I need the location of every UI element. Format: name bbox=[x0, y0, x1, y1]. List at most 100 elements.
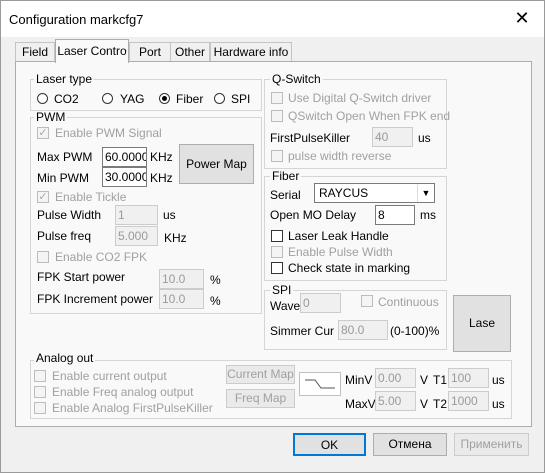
fpk-inc-unit: % bbox=[210, 294, 221, 308]
minv-unit: V bbox=[420, 373, 429, 387]
simmer-cur-unit: (0-100)% bbox=[390, 324, 440, 338]
t2-input[interactable]: 1000 bbox=[448, 391, 489, 411]
radio-co2[interactable] bbox=[37, 93, 48, 104]
serial-label: Serial bbox=[270, 188, 301, 202]
max-pwm-input[interactable]: 60.0000 bbox=[102, 147, 147, 167]
serial-select-value: RAYCUS bbox=[319, 186, 369, 200]
tab-port[interactable]: Port bbox=[129, 42, 171, 62]
pulse-width-reverse-checkbox[interactable] bbox=[271, 150, 283, 162]
open-when-fpk-label: QSwitch Open When FPK end bbox=[288, 109, 451, 123]
open-mo-delay-input[interactable]: 8 bbox=[375, 205, 415, 225]
enable-tickle-label: Enable Tickle bbox=[55, 190, 127, 204]
lase-button[interactable]: Lase bbox=[453, 295, 511, 352]
chevron-down-icon: ▼ bbox=[417, 184, 434, 202]
serial-select[interactable]: RAYCUS ▼ bbox=[314, 183, 435, 203]
check-state-checkbox[interactable] bbox=[271, 262, 283, 274]
tab-hardware-info[interactable]: Hardware info bbox=[210, 42, 292, 62]
minv-input[interactable]: 0.00 bbox=[375, 368, 416, 388]
continuous-checkbox[interactable] bbox=[361, 295, 373, 307]
pulse-waveform-icon bbox=[299, 372, 341, 396]
t1-label: T1 bbox=[433, 373, 448, 387]
apply-button[interactable]: Применить bbox=[454, 433, 529, 456]
qswitch-title: Q-Switch bbox=[270, 72, 323, 86]
radio-co2-label: CO2 bbox=[54, 92, 79, 106]
ok-button[interactable]: OK bbox=[293, 433, 366, 456]
freq-map-button[interactable]: Freq Map bbox=[226, 389, 295, 408]
fpk-inc-input[interactable]: 10.0 bbox=[159, 289, 204, 309]
open-mo-delay-unit: ms bbox=[420, 208, 436, 222]
close-icon[interactable]: ✕ bbox=[511, 7, 533, 29]
pwm-title: PWM bbox=[34, 110, 68, 124]
use-digital-checkbox[interactable] bbox=[271, 92, 283, 104]
window-title: Configuration markcfg7 bbox=[9, 12, 144, 27]
laser-type-title: Laser type bbox=[34, 72, 95, 86]
max-pwm-label: Max PWM bbox=[37, 150, 93, 164]
enable-pulse-width-label: Enable Pulse Width bbox=[288, 245, 393, 259]
tab-field[interactable]: Field bbox=[15, 42, 55, 62]
pulse-freq-input[interactable]: 5.000 bbox=[115, 226, 158, 246]
enable-analog-fpk-checkbox[interactable] bbox=[34, 402, 46, 414]
fpk-inc-label: FPK Increment power bbox=[37, 292, 154, 306]
first-pulse-killer-input[interactable]: 40 bbox=[372, 127, 413, 147]
pulse-freq-unit: KHz bbox=[164, 231, 187, 245]
spi-title: SPI bbox=[270, 283, 294, 297]
check-state-label: Check state in marking bbox=[288, 261, 411, 275]
simmer-cur-input[interactable]: 80.0 bbox=[338, 320, 388, 340]
tab-other[interactable]: Other bbox=[170, 42, 210, 62]
min-pwm-label: Min PWM bbox=[37, 171, 89, 185]
enable-pwm-checkbox[interactable]: ✓ bbox=[37, 127, 49, 139]
min-pwm-input[interactable]: 30.0000 bbox=[102, 167, 147, 187]
continuous-label: Continuous bbox=[378, 295, 439, 309]
max-pwm-unit: KHz bbox=[150, 150, 173, 164]
min-pwm-unit: KHz bbox=[150, 171, 173, 185]
t2-label: T2 bbox=[433, 397, 448, 411]
pulse-width-input[interactable]: 1 bbox=[115, 205, 158, 225]
radio-yag[interactable] bbox=[102, 93, 113, 104]
radio-fiber-label: Fiber bbox=[176, 92, 204, 106]
checkmark-icon: ✓ bbox=[38, 191, 48, 203]
fpk-start-input[interactable]: 10.0 bbox=[159, 269, 204, 289]
t1-unit: us bbox=[492, 373, 505, 387]
radio-yag-label: YAG bbox=[120, 92, 145, 106]
simmer-cur-label: Simmer Cur bbox=[270, 324, 335, 338]
power-map-button[interactable]: Power Map bbox=[179, 144, 254, 184]
analog-out-title: Analog out bbox=[34, 351, 96, 365]
use-digital-label: Use Digital Q-Switch driver bbox=[288, 91, 432, 105]
enable-co2-fpk-label: Enable CO2 FPK bbox=[55, 250, 148, 264]
radio-spi-label: SPI bbox=[231, 92, 251, 106]
radio-spi[interactable] bbox=[214, 93, 225, 104]
pulse-width-label: Pulse Width bbox=[37, 208, 102, 222]
fpk-start-unit: % bbox=[210, 273, 221, 287]
radio-fiber[interactable] bbox=[159, 93, 170, 104]
enable-tickle-checkbox[interactable]: ✓ bbox=[37, 191, 49, 203]
enable-freq-label: Enable Freq analog output bbox=[52, 385, 194, 399]
enable-pulse-width-checkbox[interactable] bbox=[271, 246, 283, 258]
wave-label: Wave bbox=[270, 299, 301, 313]
current-map-button[interactable]: Current Map bbox=[226, 365, 295, 384]
wave-input[interactable]: 0 bbox=[300, 293, 341, 313]
enable-pwm-label: Enable PWM Signal bbox=[55, 126, 162, 140]
enable-current-checkbox[interactable] bbox=[34, 370, 46, 382]
cancel-button[interactable]: Отмена bbox=[373, 433, 447, 456]
laser-leak-checkbox[interactable] bbox=[271, 230, 283, 242]
minv-label: MinV bbox=[345, 373, 373, 387]
t2-unit: us bbox=[492, 397, 505, 411]
pulse-freq-label: Pulse freq bbox=[37, 229, 92, 243]
maxv-input[interactable]: 5.00 bbox=[375, 391, 416, 411]
t1-input[interactable]: 100 bbox=[448, 368, 489, 388]
enable-co2-fpk-checkbox[interactable] bbox=[37, 251, 49, 263]
enable-freq-checkbox[interactable] bbox=[34, 386, 46, 398]
title-bar: Configuration markcfg7 ✕ bbox=[1, 1, 544, 37]
open-mo-delay-label: Open MO Delay bbox=[270, 208, 357, 222]
pulse-width-reverse-label: pulse width reverse bbox=[288, 149, 392, 163]
checkmark-icon: ✓ bbox=[38, 127, 48, 139]
first-pulse-killer-label: FirstPulseKiller bbox=[270, 131, 351, 145]
maxv-unit: V bbox=[420, 397, 429, 411]
open-when-fpk-checkbox[interactable] bbox=[271, 110, 283, 122]
enable-current-label: Enable current output bbox=[52, 369, 167, 383]
tab-laser-control[interactable]: Laser Contro bbox=[55, 39, 129, 63]
maxv-label: MaxV bbox=[345, 397, 376, 411]
laser-leak-label: Laser Leak Handle bbox=[288, 229, 389, 243]
pulse-width-unit: us bbox=[163, 208, 176, 222]
enable-analog-fpk-label: Enable Analog FirstPulseKiller bbox=[52, 401, 213, 415]
